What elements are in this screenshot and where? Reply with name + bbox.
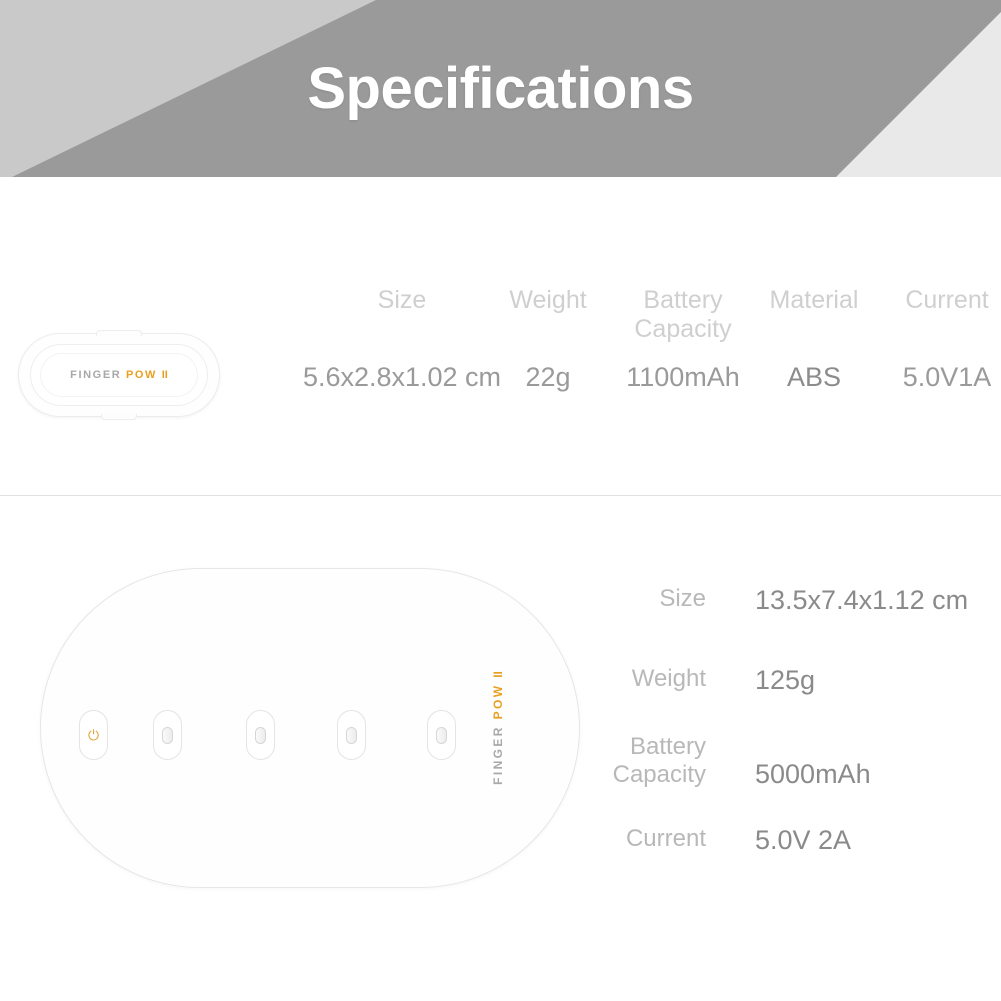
dock-slot-1: ⏻ — [79, 710, 108, 760]
dock-spec-label-size: Size — [659, 585, 706, 612]
brand-text-ii: II — [491, 671, 506, 678]
dock-spec-table: Size 13.5x7.4x1.12 cm Weight 125g Batter… — [613, 585, 1001, 905]
brand-text-finger: FINGER — [491, 725, 506, 785]
spec-column-current: Current 5.0V1A — [862, 286, 1001, 392]
dock-spec-value-size: 13.5x7.4x1.12 cm — [755, 585, 969, 615]
dock-slot-3 — [246, 710, 275, 760]
spec-label-size: Size — [377, 286, 427, 314]
spec-column-size: Size 5.6x2.8x1.02 cm — [303, 286, 501, 392]
spec-value-weight: 22g — [525, 362, 571, 392]
dock-spec-value-current: 5.0V 2A — [755, 825, 852, 855]
spec-value-size: 5.6x2.8x1.02 cm — [302, 362, 502, 392]
spec-value-current: 5.0V1A — [902, 362, 992, 392]
spec-value-battery-capacity: 1100mAh — [626, 362, 740, 392]
brand-text-finger: FINGER — [70, 369, 122, 381]
dock-slot-4 — [337, 710, 366, 760]
charging-dock-illustration: ⏻ FINGER POW II — [40, 568, 580, 888]
dock-spec-value-battery-capacity: 5000mAh — [755, 759, 871, 789]
dock-spec-row-battery-capacity: Battery Capacity 5000mAh — [613, 733, 1001, 825]
connector-pin-icon — [255, 726, 266, 744]
connector-pin-icon — [346, 726, 357, 744]
connector-pin-icon — [436, 726, 447, 744]
dock-brand-logo: FINGER POW II — [491, 671, 505, 785]
dock-spec-label-current: Current — [625, 825, 706, 852]
brand-text-pow: POW — [125, 369, 158, 381]
specifications-page: Specifications FINGER POW II Size 5.6x2.… — [0, 0, 1001, 1001]
small-battery-spec-table: Size 5.6x2.8x1.02 cm Weight 22g Battery … — [232, 286, 992, 408]
dock-spec-value-weight: 125g — [755, 665, 816, 695]
battery-top-notch — [96, 330, 142, 336]
page-title: Specifications — [307, 56, 694, 121]
brand-text-ii: II — [161, 369, 168, 381]
battery-outer-shell: FINGER POW II — [18, 330, 220, 420]
dock-spec-row-current: Current 5.0V 2A — [620, 825, 1001, 905]
dock-spec-label-weight: Weight — [631, 665, 706, 692]
dock-spec-row-size: Size 13.5x7.4x1.12 cm — [620, 585, 1001, 665]
section-divider — [0, 495, 1001, 496]
dock-spec-label-battery-capacity: Battery Capacity — [612, 733, 706, 788]
battery-bottom-notch — [101, 414, 137, 420]
dock-slot-2 — [153, 710, 182, 760]
dock-slot-5 — [427, 710, 456, 760]
brand-text-pow: POW — [491, 683, 506, 720]
small-battery-illustration: FINGER POW II — [18, 330, 220, 420]
connector-pin-icon — [162, 726, 173, 744]
power-icon: ⏻ — [87, 727, 100, 743]
spec-label-current: Current — [905, 286, 989, 314]
page-banner: Specifications — [0, 0, 1001, 177]
battery-brand-logo: FINGER POW II — [19, 369, 219, 381]
spec-value-material: ABS — [786, 362, 842, 392]
